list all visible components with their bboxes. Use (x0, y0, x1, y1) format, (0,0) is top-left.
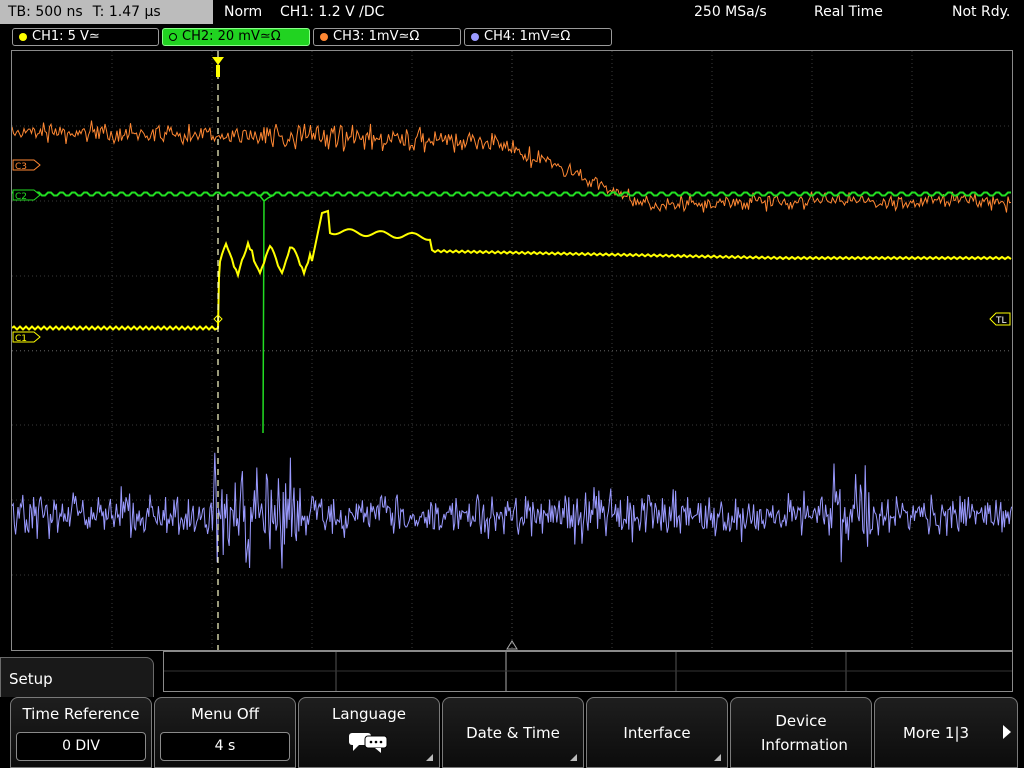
acquisition-mode: Norm (224, 4, 263, 20)
channel-1-label: CH1: 5 V≃ (32, 29, 100, 44)
device-information-label: Device Information (761, 711, 848, 754)
speech-bubble-icon (349, 733, 388, 753)
trigger-position-stem (216, 65, 220, 77)
channel-3-button[interactable]: CH3: 1mV≃Ω (313, 28, 461, 46)
submenu-indicator-icon (714, 754, 721, 761)
c1-marker-label: C1 (15, 334, 27, 344)
menu-off-button[interactable]: Menu Off 4 s (154, 697, 296, 768)
timebase-value: TB: 500 ns (8, 4, 83, 20)
menu-title: Setup (0, 657, 154, 697)
more-label: More 1|3 (902, 723, 970, 742)
channel-4-button[interactable]: CH4: 1mV≃Ω (464, 28, 612, 46)
date-time-label: Date & Time (466, 723, 560, 742)
trigger-level-label: TL (995, 316, 1007, 326)
c1-marker[interactable]: C1 (12, 331, 41, 344)
c2-marker[interactable]: C2 (12, 189, 41, 202)
trigger-readout[interactable]: CH1: 1.2 V ∕DC (280, 0, 384, 24)
time-reference-value[interactable]: 0 DIV (16, 732, 146, 761)
language-button[interactable]: Language (298, 697, 440, 768)
interface-button[interactable]: Interface (586, 697, 728, 768)
channel-2-label: CH2: 20 mV≃Ω (182, 29, 281, 44)
device-information-button[interactable]: Device Information (730, 697, 872, 768)
channel-3-label: CH3: 1mV≃Ω (333, 29, 420, 44)
channel-3-dot-icon (320, 33, 328, 41)
time-reference-label: Time Reference (22, 705, 140, 723)
status-bar: TB: 500 ns T: 1.47 µs Norm CH1: 1.2 V ∕DC… (0, 0, 1024, 26)
menu-off-label: Menu Off (190, 705, 260, 723)
waveform-canvas: C3 C2 C1 TL (12, 51, 1012, 650)
interface-label: Interface (623, 723, 691, 742)
date-time-button[interactable]: Date & Time (442, 697, 584, 768)
more-button[interactable]: More 1|3 (874, 697, 1018, 768)
channel-4-label: CH4: 1mV≃Ω (484, 29, 571, 44)
trigger-position-icon[interactable] (212, 57, 224, 65)
menu-off-value[interactable]: 4 s (160, 732, 290, 761)
acquisition-type: Real Time (814, 4, 883, 20)
next-page-icon (1003, 725, 1011, 739)
channel-2-button[interactable]: CH2: 20 mV≃Ω (162, 28, 310, 46)
channel-1-button[interactable]: CH1: 5 V≃ (12, 28, 159, 46)
time-reference-button[interactable]: Time Reference 0 DIV (10, 697, 152, 768)
submenu-indicator-icon (570, 754, 577, 761)
channel-1-dot-icon (19, 33, 27, 41)
c3-marker-label: C3 (15, 162, 27, 172)
c2-marker-label: C2 (15, 192, 27, 202)
info-band (163, 651, 1013, 692)
language-label: Language (331, 705, 407, 723)
graticule (12, 51, 1012, 650)
waveform-display[interactable]: C3 C2 C1 TL (11, 50, 1013, 651)
sample-rate: 250 MSa/s (694, 4, 767, 20)
trigger-level-marker[interactable]: TL (989, 312, 1011, 326)
channel-4-dot-icon (471, 33, 479, 41)
submenu-indicator-icon (426, 754, 433, 761)
timebase-readout[interactable]: TB: 500 ns T: 1.47 µs (0, 0, 213, 24)
channel-2-dot-icon (169, 33, 177, 41)
trigger-position-value: T: 1.47 µs (92, 4, 161, 20)
c3-marker[interactable]: C3 (12, 159, 41, 172)
trigger-status: Not Rdy. (952, 4, 1011, 20)
